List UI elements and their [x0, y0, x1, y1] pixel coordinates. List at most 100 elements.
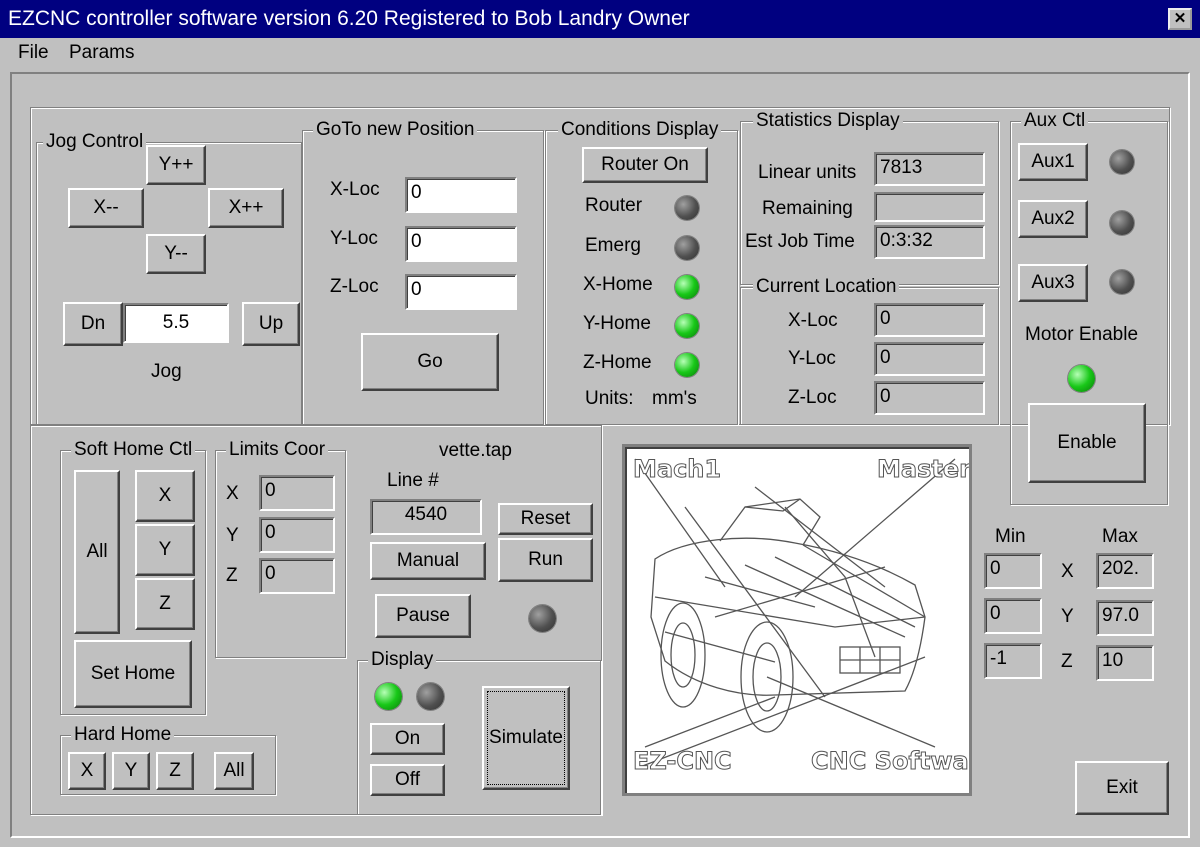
jog-y-plus-button[interactable]: Y++ [146, 145, 206, 185]
z-max-value: 10 [1096, 645, 1154, 681]
conditions-title: Conditions Display [558, 118, 722, 142]
minmax-y-label: Y [1061, 606, 1074, 627]
linear-units-value: 7813 [874, 152, 985, 186]
toolpath-preview: Mach1 Master5 EZ-CNC CNC Software [622, 444, 972, 796]
goto-y-input[interactable]: 0 [405, 226, 517, 262]
soft-home-y-button[interactable]: Y [135, 524, 195, 576]
motor-enable-label: Motor Enable [1025, 324, 1139, 345]
jog-step-input[interactable]: 5.5 [123, 303, 229, 343]
minmax-z-label: Z [1061, 651, 1073, 672]
y-home-label: Y-Home [583, 313, 651, 334]
display-off-indicator [417, 683, 444, 710]
y-max-value: 97.0 [1096, 600, 1154, 636]
remaining-value [874, 192, 985, 222]
close-icon: ✕ [1173, 10, 1187, 27]
aux2-button[interactable]: Aux2 [1018, 200, 1088, 238]
goto-z-label: Z-Loc [330, 276, 379, 297]
manual-button[interactable]: Manual [370, 542, 486, 580]
goto-x-label: X-Loc [330, 179, 380, 200]
close-button[interactable]: ✕ [1168, 8, 1192, 30]
title-bar: EZCNC controller software version 6.20 R… [0, 0, 1200, 38]
max-label: Max [1102, 526, 1138, 547]
hard-home-y-button[interactable]: Y [112, 752, 150, 790]
hard-home-z-button[interactable]: Z [156, 752, 194, 790]
hard-home-all-button[interactable]: All [214, 752, 254, 790]
hard-home-title: Hard Home [71, 723, 175, 747]
display-on-button[interactable]: On [370, 723, 445, 755]
limits-z-value: 0 [259, 558, 335, 594]
simulate-button[interactable]: Simulate [482, 686, 570, 790]
enable-button[interactable]: Enable [1028, 403, 1146, 483]
y-min-value: 0 [984, 598, 1042, 634]
jog-down-button[interactable]: Dn [63, 302, 123, 346]
units-label: Units: [585, 388, 634, 409]
x-home-label: X-Home [583, 274, 653, 295]
limits-coor-title: Limits Coor [226, 438, 329, 462]
y-home-indicator [675, 314, 699, 338]
current-y-value: 0 [874, 342, 985, 376]
soft-home-z-button[interactable]: Z [135, 578, 195, 630]
emerg-indicator [675, 236, 699, 260]
limits-x-value: 0 [259, 475, 335, 511]
goto-z-input[interactable]: 0 [405, 274, 517, 310]
exit-button[interactable]: Exit [1075, 761, 1169, 815]
display-off-button[interactable]: Off [370, 764, 445, 796]
jog-x-minus-button[interactable]: X-- [68, 188, 144, 228]
aux1-indicator [1110, 150, 1134, 174]
aux1-button[interactable]: Aux1 [1018, 143, 1088, 181]
router-label: Router [585, 195, 643, 216]
car-toolpath-drawing: Mach1 Master5 EZ-CNC CNC Software [633, 455, 970, 776]
set-home-button[interactable]: Set Home [74, 640, 192, 708]
current-z-value: 0 [874, 381, 985, 415]
aux2-indicator [1110, 211, 1134, 235]
go-button[interactable]: Go [361, 333, 499, 391]
jog-x-plus-button[interactable]: X++ [208, 188, 284, 228]
line-number-value: 4540 [370, 499, 482, 535]
aux3-indicator [1110, 270, 1134, 294]
goto-y-label: Y-Loc [330, 228, 378, 249]
x-home-indicator [675, 275, 699, 299]
goto-title: GoTo new Position [313, 118, 478, 142]
est-job-time-value: 0:3:32 [874, 225, 985, 259]
x-min-value: 0 [984, 553, 1042, 589]
goto-x-input[interactable]: 0 [405, 177, 517, 213]
menu-file[interactable]: File [18, 38, 49, 68]
line-number-label: Line # [387, 470, 439, 491]
jog-up-button[interactable]: Up [242, 302, 300, 346]
reset-button[interactable]: Reset [498, 503, 593, 535]
router-on-button[interactable]: Router On [582, 147, 708, 183]
soft-home-all-button[interactable]: All [74, 470, 120, 634]
est-job-time-label: Est Job Time [745, 231, 855, 252]
min-label: Min [995, 526, 1026, 547]
current-x-value: 0 [874, 303, 985, 337]
limits-y-value: 0 [259, 517, 335, 553]
aux3-button[interactable]: Aux3 [1018, 264, 1088, 302]
run-button[interactable]: Run [498, 538, 593, 582]
preview-label-bottom-right: CNC Software [811, 747, 969, 775]
preview-label-top-left: Mach1 [633, 455, 721, 483]
soft-home-title: Soft Home Ctl [71, 438, 196, 462]
jog-control-title: Jog Control [43, 130, 147, 154]
jog-label: Jog [151, 361, 182, 382]
soft-home-x-button[interactable]: X [135, 470, 195, 522]
z-min-value: -1 [984, 643, 1042, 679]
limits-y-label: Y [226, 525, 239, 546]
current-y-label: Y-Loc [788, 348, 836, 369]
preview-label-top-right: Master5 [877, 455, 969, 483]
pause-button[interactable]: Pause [375, 594, 471, 638]
statistics-title: Statistics Display [753, 109, 903, 133]
minmax-x-label: X [1061, 561, 1074, 582]
units-value: mm's [652, 388, 697, 409]
current-location-title: Current Location [753, 275, 900, 299]
menu-params[interactable]: Params [69, 38, 134, 68]
z-home-label: Z-Home [583, 352, 652, 373]
x-max-value: 202. [1096, 553, 1154, 589]
current-z-label: Z-Loc [788, 387, 837, 408]
limits-z-label: Z [226, 565, 238, 586]
linear-units-label: Linear units [758, 162, 857, 183]
jog-y-minus-button[interactable]: Y-- [146, 234, 206, 274]
hard-home-x-button[interactable]: X [68, 752, 106, 790]
preview-label-bottom-left: EZ-CNC [633, 747, 732, 775]
current-x-label: X-Loc [788, 310, 838, 331]
run-status-indicator [529, 605, 556, 632]
